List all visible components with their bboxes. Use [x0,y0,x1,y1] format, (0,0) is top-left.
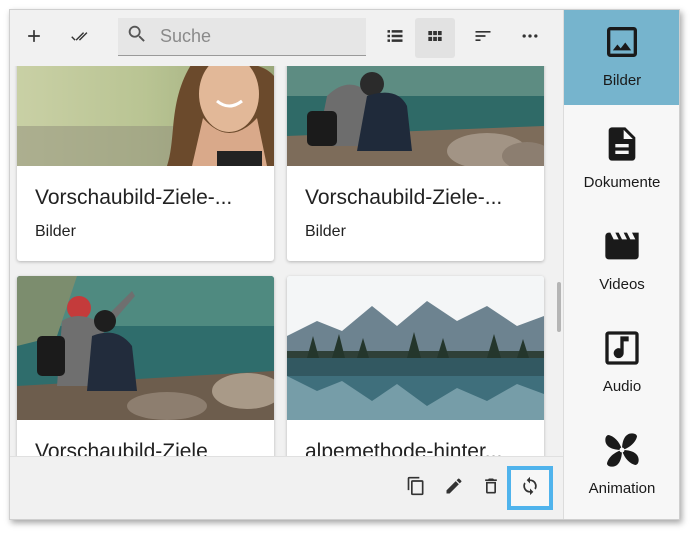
search-field[interactable] [118,18,366,56]
list-view-icon [385,26,405,51]
sidebar-item-animation[interactable]: Animation [564,418,679,514]
double-check-icon [70,26,90,51]
trash-icon [481,476,501,501]
woman-portrait-photo [17,66,274,166]
add-button[interactable] [14,18,54,58]
toolbar [10,10,563,66]
sort-icon [473,26,493,51]
card-title: Vorschaubild-Ziele [35,440,208,456]
sidebar-item-label: Videos [599,276,645,293]
media-card[interactable]: Vorschaubild-Ziele [17,276,274,456]
pinwheel-icon [602,430,642,470]
action-bar [10,456,563,519]
list-view-button[interactable] [375,18,415,58]
media-card[interactable]: Vorschaubild-Ziele-... Bilder [17,66,274,261]
sidebar-item-videos[interactable]: Videos [564,214,679,310]
more-horizontal-icon [520,26,540,51]
more-options-button[interactable] [510,18,550,58]
sidebar-item-dokumente[interactable]: Dokumente [564,112,679,208]
search-input[interactable] [158,25,352,48]
plus-icon [24,26,44,51]
image-icon [602,22,642,62]
replace-button[interactable] [507,466,553,510]
sidebar-item-audio[interactable]: Audio [564,316,679,412]
card-title: Vorschaubild-Ziele-... [305,186,503,209]
delete-button[interactable] [476,473,506,503]
clapperboard-icon [602,226,642,266]
sidebar-item-label: Audio [602,378,642,395]
sidebar-item-label: Dokumente [583,174,661,191]
media-grid: Vorschaubild-Ziele-... Bilder Vorschaubi… [10,66,556,456]
card-title: Vorschaubild-Ziele-... [35,186,233,209]
edit-button[interactable] [439,473,469,503]
copy-button[interactable] [401,473,431,503]
sync-icon [520,476,540,501]
grid-view-button[interactable] [415,18,455,58]
sort-button[interactable] [463,18,503,58]
card-category: Bilder [305,223,346,240]
couple-lake-photo [287,66,544,166]
music-note-icon [602,328,642,368]
media-type-sidebar: Bilder Dokumente Videos Audio Animation [563,10,679,519]
select-all-button[interactable] [60,18,100,58]
grid-scrollbar[interactable] [557,282,561,332]
card-title: alpemethode-hinter... [305,440,503,456]
card-category: Bilder [35,223,76,240]
couple-pointing-lake-photo [17,276,274,420]
copy-icon [406,476,426,501]
media-card[interactable]: Vorschaubild-Ziele-... Bilder [287,66,544,261]
pencil-icon [444,476,464,501]
sidebar-item-label: Animation [588,480,656,497]
sidebar-item-bilder[interactable]: Bilder [564,10,679,105]
grid-view-icon [425,26,445,51]
media-card[interactable]: alpemethode-hinter... [287,276,544,456]
search-icon [118,23,148,50]
mountain-lake-reflection-photo [287,276,544,420]
sidebar-item-label: Bilder [602,72,642,89]
media-library-window: Vorschaubild-Ziele-... Bilder Vorschaubi… [9,9,680,520]
document-icon [602,124,642,164]
